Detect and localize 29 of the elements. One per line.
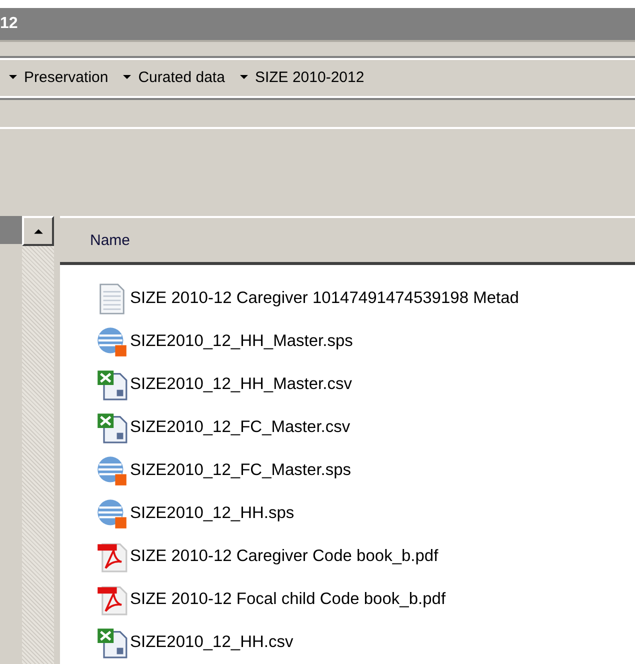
file-name[interactable]: SIZE 2010-12 Caregiver 10147491474539198 Metad xyxy=(130,289,519,308)
window-title: 12 xyxy=(0,15,18,34)
file-name[interactable]: SIZE2010_12_HH.csv xyxy=(130,633,294,652)
spreadsheet-icon xyxy=(96,412,128,444)
globe-document-icon xyxy=(96,498,128,530)
caret-icon[interactable] xyxy=(238,74,249,80)
pdf-icon xyxy=(96,540,128,573)
selected-folder-highlight xyxy=(0,216,22,244)
pdf-icon xyxy=(96,584,128,616)
globe-document-icon xyxy=(96,454,128,487)
scrollbar[interactable] xyxy=(22,216,54,664)
file-name[interactable]: SIZE2010_12_HH_Master.csv xyxy=(130,375,352,394)
address-bar[interactable]: Preservation Curated data SIZE 2010-2012 xyxy=(0,58,635,98)
breadcrumb-item[interactable]: Preservation xyxy=(24,68,108,86)
spreadsheet-icon xyxy=(96,626,128,659)
up-arrow-icon xyxy=(32,228,44,235)
scroll-up-button[interactable] xyxy=(22,216,54,246)
caret-icon[interactable] xyxy=(122,74,132,80)
file-name[interactable]: SIZE 2010-12 Caregiver Code book_b.pdf xyxy=(130,547,438,566)
spreadsheet-icon xyxy=(96,368,128,401)
caret-icon[interactable] xyxy=(8,74,18,80)
file-name[interactable]: SIZE 2010-12 Focal child Code book_b.pdf xyxy=(130,590,446,610)
breadcrumb-item[interactable]: SIZE 2010-2012 xyxy=(254,68,364,86)
file-name[interactable]: SIZE2010_12_HH.sps xyxy=(130,504,294,524)
breadcrumb-item[interactable]: Curated data xyxy=(138,68,225,86)
file-name[interactable]: SIZE2010_12_FC_Master.csv xyxy=(130,418,350,438)
file-name[interactable]: SIZE2010_12_HH_Master.sps xyxy=(130,332,353,352)
file-name[interactable]: SIZE2010_12_FC_Master.sps xyxy=(130,461,352,480)
globe-document-icon xyxy=(96,326,128,358)
